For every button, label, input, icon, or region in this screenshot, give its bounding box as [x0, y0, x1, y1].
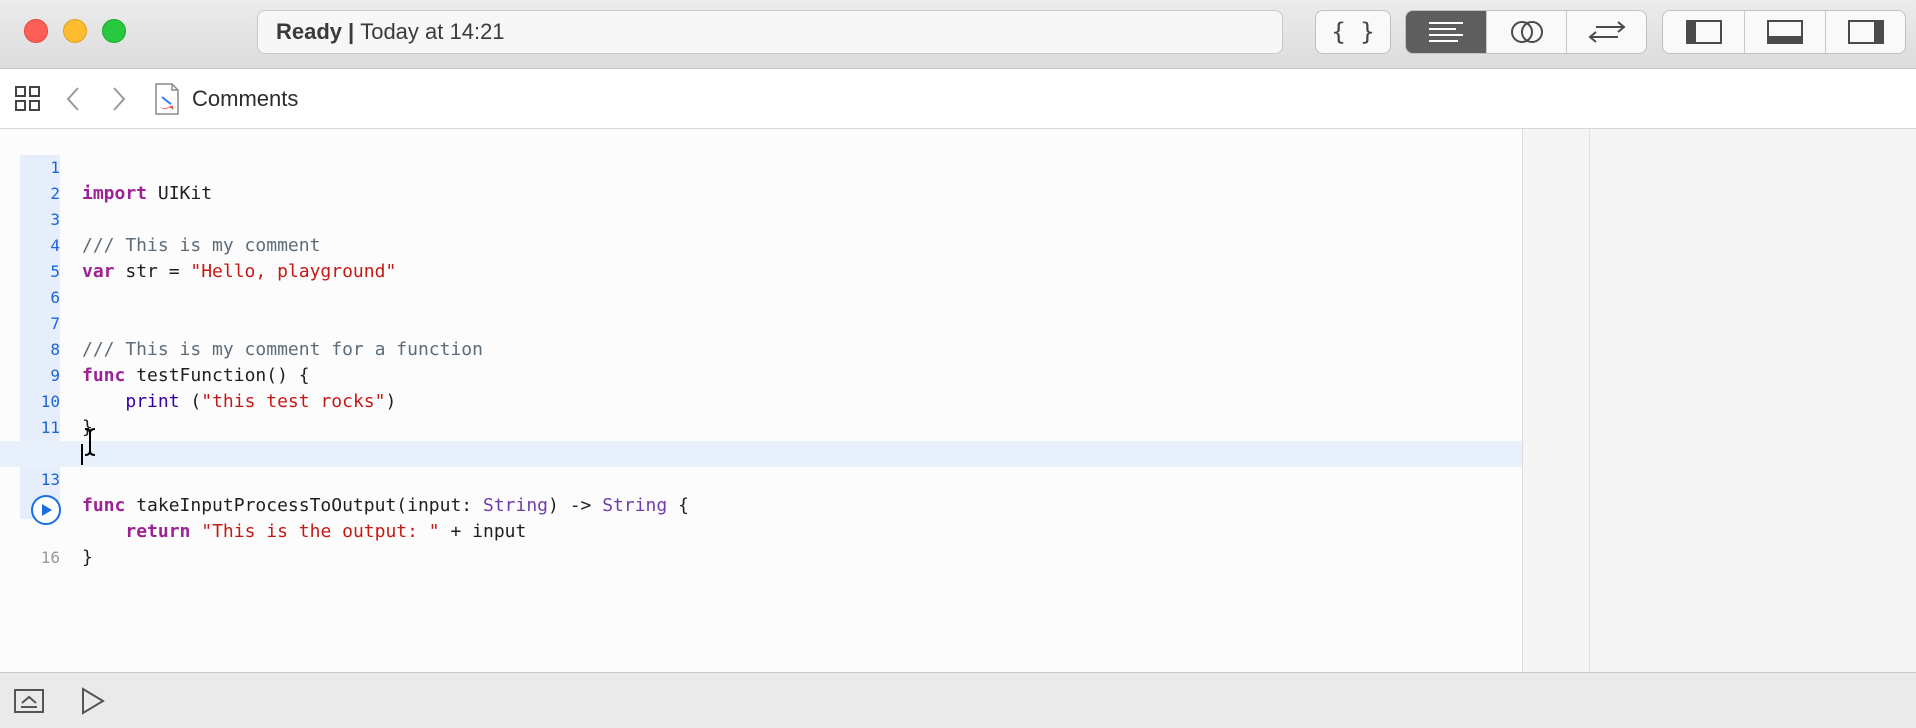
standard-editor-button[interactable] — [1406, 11, 1486, 53]
navigate-back-button[interactable] — [64, 83, 82, 115]
jump-bar: Comments — [0, 69, 1916, 129]
assistant-editor-icon — [1510, 21, 1543, 43]
status-time: Today at 14:21 — [360, 19, 505, 44]
play-outline-icon — [82, 687, 105, 715]
library-button[interactable]: { } — [1316, 11, 1390, 53]
run-to-line-button[interactable] — [31, 495, 61, 525]
standard-editor-icon — [1429, 22, 1463, 42]
bottom-panel-icon — [1767, 20, 1803, 44]
code-line[interactable]: 1 import UIKit — [0, 129, 1522, 204]
bottom-bar — [0, 672, 1916, 728]
related-items-button[interactable] — [14, 83, 42, 115]
execute-playground-button[interactable] — [80, 687, 106, 715]
i-beam-cursor-icon — [84, 428, 96, 456]
debug-area-toggle-icon — [14, 689, 44, 713]
code-line-current[interactable]: 13 func takeInputProcessToOutput(input: … — [0, 441, 1522, 516]
right-panel-icon — [1847, 20, 1884, 44]
toggle-inspector-button[interactable] — [1825, 11, 1905, 53]
results-divider — [1589, 129, 1590, 672]
code-line[interactable]: 15 } — [0, 493, 1522, 568]
code-line[interactable]: 12 — [0, 415, 1522, 467]
file-name-label[interactable]: Comments — [192, 86, 298, 112]
code-line[interactable]: 6 — [0, 259, 1522, 311]
code-line[interactable]: 11 — [0, 389, 1522, 441]
left-panel-icon — [1685, 20, 1722, 44]
show-debug-area-button[interactable] — [14, 689, 44, 713]
toggle-debug-area-button[interactable] — [1744, 11, 1825, 53]
code-line[interactable]: 3 /// This is my comment — [0, 181, 1522, 256]
status-state: Ready — [276, 19, 343, 44]
swift-file-icon — [155, 83, 179, 115]
code-line[interactable]: 10 } — [0, 363, 1522, 438]
code-line[interactable]: 9 print ("this test rocks") — [0, 337, 1522, 412]
play-icon — [42, 504, 52, 516]
grid-icon — [15, 86, 40, 111]
zoom-window-button[interactable] — [102, 19, 126, 43]
toggle-navigator-button[interactable] — [1663, 11, 1744, 53]
code-line[interactable]: 8 func testFunction() { — [0, 311, 1522, 386]
source-editor[interactable]: 1 import UIKit 2 3 /// This is my commen… — [0, 129, 1522, 672]
code-line[interactable]: 4 var str = "Hello, playground" — [0, 207, 1522, 282]
panel-toggle-group — [1662, 10, 1906, 54]
code-area[interactable]: 1 import UIKit 2 3 /// This is my commen… — [0, 129, 1522, 672]
assistant-editor-button[interactable] — [1486, 11, 1566, 53]
code-line[interactable]: 2 — [0, 155, 1522, 207]
line-number: 16 — [40, 548, 60, 567]
code-line[interactable]: 5 — [0, 233, 1522, 285]
version-editor-button[interactable] — [1566, 11, 1646, 53]
swift-file-breadcrumb[interactable] — [154, 83, 180, 115]
window-toolbar: Ready | Today at 14:21 { } — [0, 0, 1916, 69]
version-editor-icon — [1587, 21, 1626, 43]
library-button-group: { } — [1315, 10, 1391, 54]
results-sidebar — [1522, 129, 1916, 672]
braces-icon: { } — [1331, 18, 1375, 46]
activity-status: Ready | Today at 14:21 — [257, 10, 1283, 54]
code-line[interactable]: 14 return "This is the output: " + input — [0, 467, 1522, 542]
close-window-button[interactable] — [24, 19, 48, 43]
navigate-forward-button[interactable] — [110, 83, 128, 115]
code-text: } — [82, 547, 93, 568]
editor-mode-group — [1405, 10, 1647, 54]
status-separator: | — [348, 19, 355, 44]
chevron-left-icon — [66, 87, 79, 111]
code-line[interactable]: 7 /// This is my comment for a function — [0, 285, 1522, 360]
chevron-right-icon — [113, 87, 126, 111]
minimize-window-button[interactable] — [63, 19, 87, 43]
code-line[interactable]: 16 — [0, 519, 1522, 567]
